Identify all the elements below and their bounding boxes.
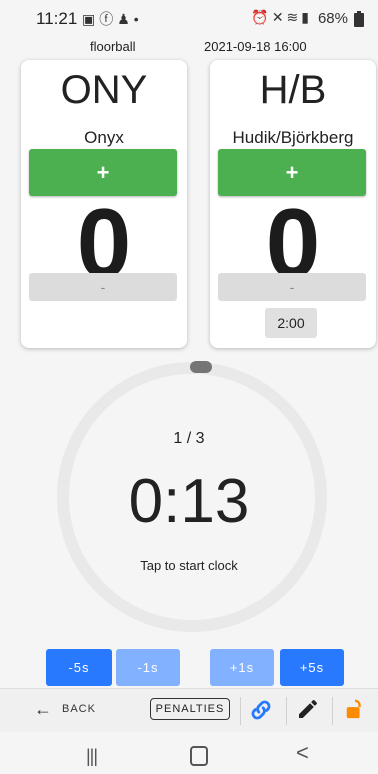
- toolbar-divider: [240, 697, 241, 725]
- away-remove-goal-button[interactable]: -: [218, 273, 366, 301]
- clock-hint: Tap to start clock: [140, 558, 238, 573]
- status-bar: 11:21 ▣ⓕ♟• ⏰✕≋▮ 68%: [0, 0, 378, 34]
- notification-icons: ▣ⓕ♟•: [82, 9, 143, 29]
- system-nav-bar: ||| <: [0, 732, 378, 774]
- link-icon[interactable]: [248, 697, 274, 723]
- bottom-toolbar: ← BACK PENALTIES: [0, 688, 378, 733]
- clock-time[interactable]: 0:13: [0, 466, 378, 537]
- wifi-icon: ≋: [286, 9, 302, 25]
- battery-icon: [354, 11, 364, 27]
- away-team-name: Hudik/Björkberg: [232, 128, 354, 147]
- home-icon[interactable]: [190, 746, 208, 766]
- signal-icon: ▮: [301, 9, 312, 25]
- dot-icon: •: [133, 11, 143, 27]
- plus-5s-button[interactable]: +5s: [280, 649, 344, 686]
- back-arrow-icon[interactable]: ←: [34, 699, 52, 720]
- gallery-icon: ▣: [82, 11, 100, 27]
- pencil-icon[interactable]: [296, 697, 320, 721]
- toolbar-divider: [286, 697, 287, 725]
- period-indicator: 1 / 3: [173, 430, 205, 447]
- toolbar-divider: [332, 697, 333, 725]
- battery-percent: 68%: [317, 10, 348, 27]
- away-team-abbr: H/B: [259, 68, 327, 112]
- away-team-card: H/B Hudik/Björkberg + 0 - 2:00: [210, 60, 376, 348]
- alarm-icon: ⏰: [251, 9, 272, 25]
- status-time: 11:21: [36, 9, 78, 28]
- penalties-button[interactable]: PENALTIES: [150, 698, 230, 720]
- back-button[interactable]: BACK: [62, 703, 96, 715]
- nav-back-icon[interactable]: <: [296, 740, 309, 766]
- match-datetime: 2021-09-18 16:00: [204, 39, 307, 54]
- unlock-icon[interactable]: [344, 697, 366, 721]
- plus-1s-button[interactable]: +1s: [210, 649, 274, 686]
- facebook-icon: ⓕ: [99, 11, 118, 27]
- mute-icon: ✕: [271, 9, 287, 25]
- system-icons: ⏰✕≋▮: [251, 9, 312, 26]
- home-team-name: Onyx: [84, 128, 124, 147]
- home-team-card: ONY Onyx + 0 -: [21, 60, 187, 348]
- sport-label: floorball: [90, 39, 136, 54]
- clock-progress-handle: [190, 361, 212, 373]
- home-team-abbr: ONY: [60, 68, 148, 112]
- minus-1s-button[interactable]: -1s: [116, 649, 180, 686]
- minus-5s-button[interactable]: -5s: [46, 649, 112, 686]
- snapchat-icon: ♟: [117, 11, 134, 27]
- recents-icon[interactable]: |||: [86, 746, 98, 767]
- away-penalty-timer[interactable]: 2:00: [265, 308, 317, 338]
- home-remove-goal-button[interactable]: -: [29, 273, 177, 301]
